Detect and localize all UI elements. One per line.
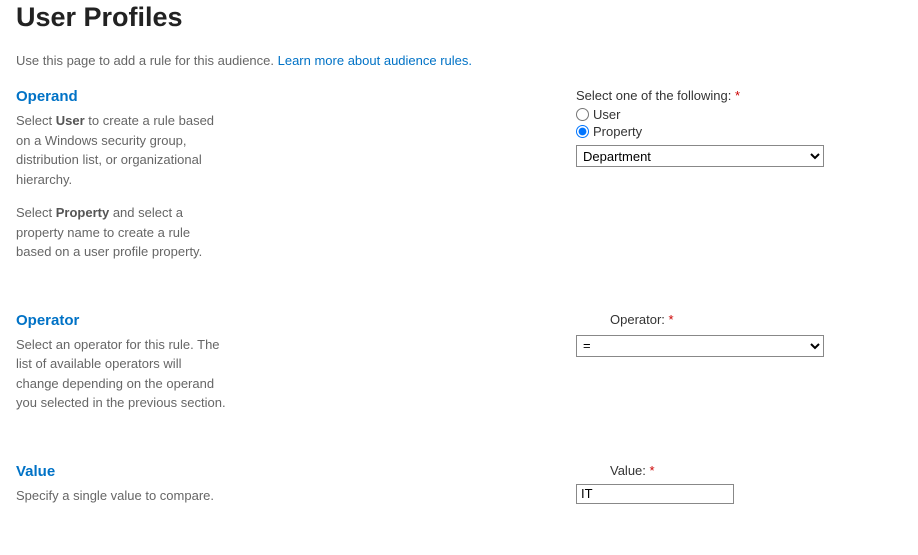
intro-text: Use this page to add a rule for this aud… (16, 53, 902, 68)
operand-select[interactable]: Department (576, 145, 824, 167)
radio-row-user: User (576, 107, 902, 122)
required-marker: * (650, 463, 655, 478)
operator-heading: Operator (16, 312, 226, 329)
operand-desc-1: Select User to create a rule based on a … (16, 111, 226, 189)
operator-left: Operator Select an operator for this rul… (16, 312, 266, 427)
operand-section: Operand Select User to create a rule bas… (16, 88, 902, 276)
page-title: User Profiles (16, 0, 902, 33)
value-left: Value Specify a single value to compare. (16, 463, 266, 520)
value-desc: Specify a single value to compare. (16, 486, 226, 506)
learn-more-link[interactable]: Learn more about audience rules. (278, 53, 472, 68)
required-marker: * (735, 88, 740, 103)
value-input[interactable] (576, 484, 734, 504)
value-section: Value Specify a single value to compare.… (16, 463, 902, 520)
operand-label: Select one of the following: * (576, 88, 902, 103)
value-heading: Value (16, 463, 226, 480)
operator-section: Operator Select an operator for this rul… (16, 312, 902, 427)
operand-desc1-pre: Select (16, 113, 56, 128)
radio-property[interactable] (576, 125, 589, 138)
operand-heading: Operand (16, 88, 226, 105)
operand-desc1-bold: User (56, 113, 85, 128)
operator-right: Operator: * = (266, 312, 902, 427)
operand-right: Select one of the following: * User Prop… (266, 88, 902, 276)
operand-desc2-bold: Property (56, 205, 109, 220)
required-marker: * (669, 312, 674, 327)
operand-desc-2: Select Property and select a property na… (16, 203, 226, 262)
operator-desc: Select an operator for this rule. The li… (16, 335, 226, 413)
value-label-text: Value: (610, 463, 650, 478)
operand-left: Operand Select User to create a rule bas… (16, 88, 266, 276)
operand-desc2-pre: Select (16, 205, 56, 220)
operand-label-text: Select one of the following: (576, 88, 735, 103)
radio-property-label: Property (593, 124, 642, 139)
operator-label-text: Operator: (610, 312, 669, 327)
radio-user[interactable] (576, 108, 589, 121)
intro-text-span: Use this page to add a rule for this aud… (16, 53, 278, 68)
radio-row-property: Property (576, 124, 902, 139)
operator-select[interactable]: = (576, 335, 824, 357)
value-label: Value: * (610, 463, 902, 478)
value-right: Value: * (266, 463, 902, 520)
radio-user-label: User (593, 107, 620, 122)
operator-label: Operator: * (610, 312, 902, 327)
